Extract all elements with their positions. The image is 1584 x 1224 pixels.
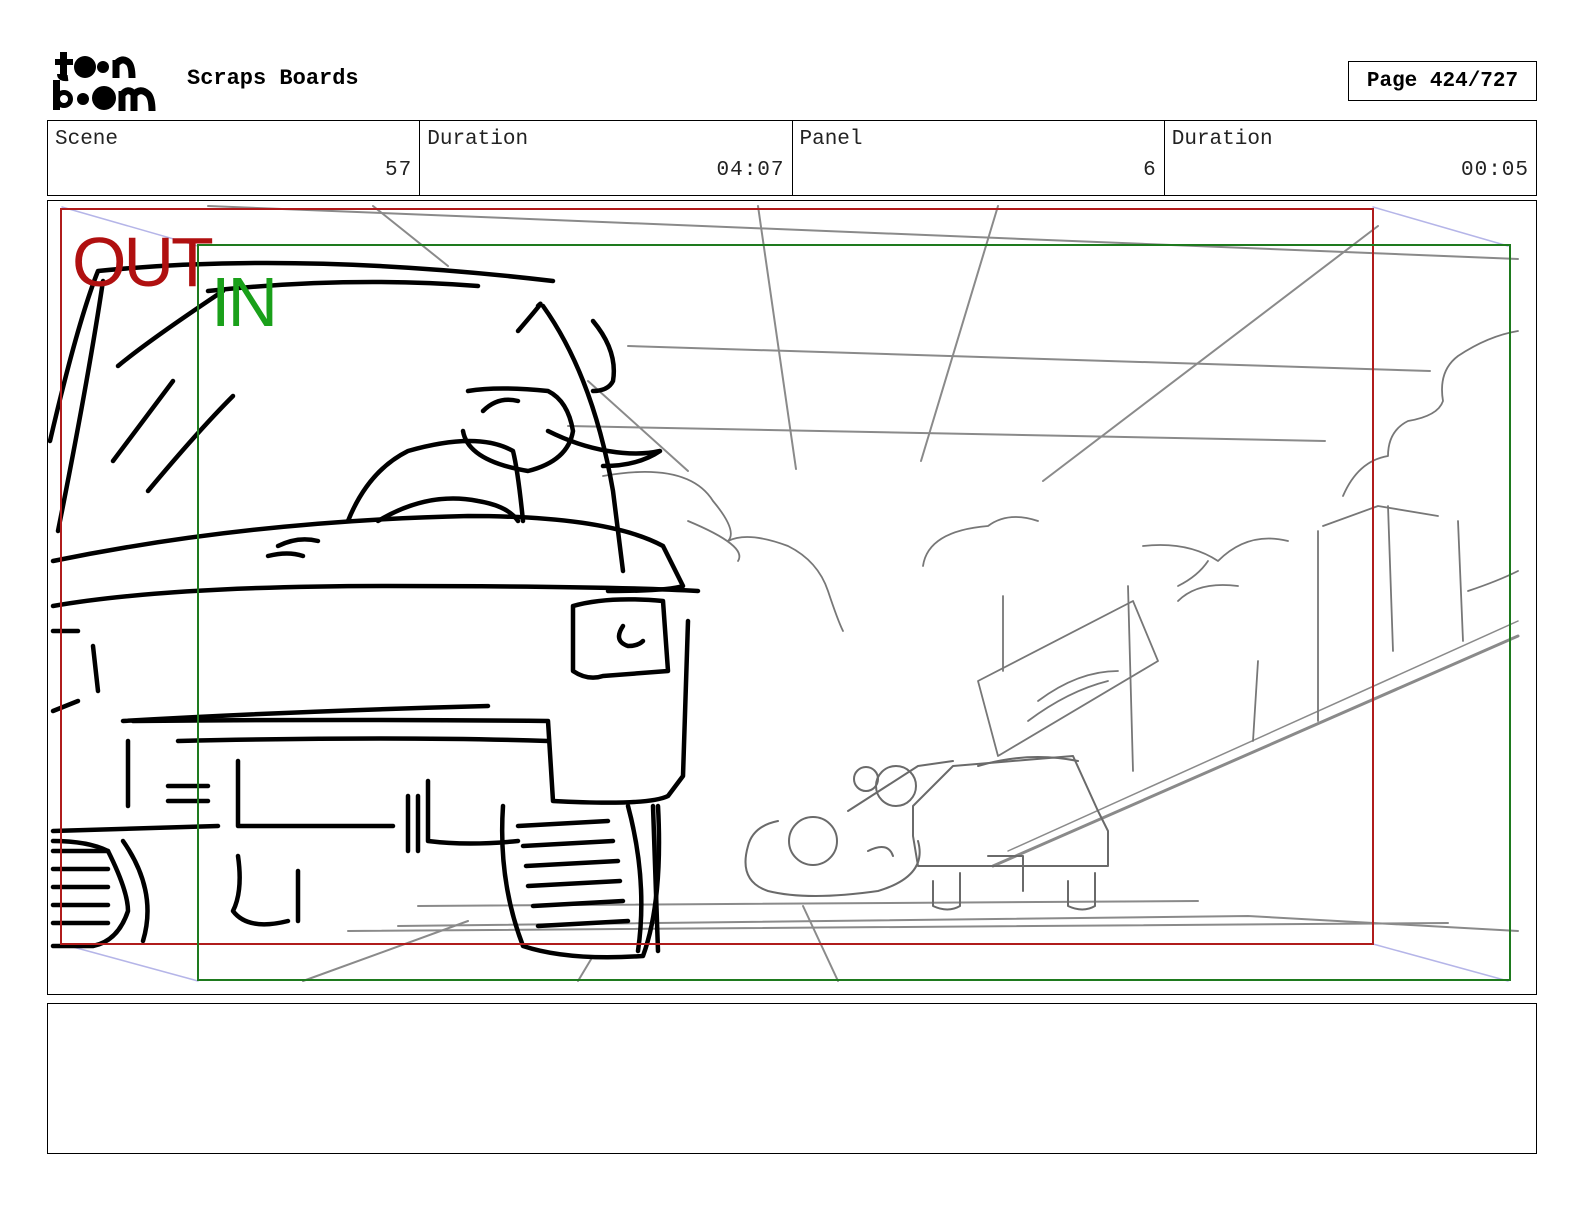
panel-duration-label: Duration bbox=[1171, 128, 1273, 151]
panel-notes-box[interactable] bbox=[47, 1003, 1537, 1154]
scene-label: Scene bbox=[55, 128, 119, 151]
scene-duration-cell: Duration 04:07 bbox=[420, 121, 793, 195]
scene-duration-value: 04:07 bbox=[716, 159, 785, 182]
panel-duration-cell: Duration 00:05 bbox=[1165, 121, 1536, 195]
panel-value: 6 bbox=[1143, 159, 1157, 182]
scene-cell: Scene 57 bbox=[48, 121, 421, 195]
panel-duration-value: 00:05 bbox=[1460, 159, 1529, 182]
page-indicator: Page 424/727 bbox=[1348, 61, 1537, 101]
toon-boom-logo bbox=[52, 50, 164, 112]
panel-cell: Panel 6 bbox=[793, 121, 1165, 195]
storyboard-panel: OUT IN bbox=[47, 200, 1537, 995]
project-title: Scraps Boards bbox=[187, 66, 359, 91]
camera-in-label: IN bbox=[211, 263, 278, 341]
panel-label: Panel bbox=[799, 128, 863, 151]
scene-value: 57 bbox=[385, 159, 413, 182]
camera-out-label: OUT bbox=[72, 223, 214, 301]
scene-duration-label: Duration bbox=[427, 128, 529, 151]
panel-info-bar: Scene 57 Duration 04:07 Panel 6 Duration… bbox=[47, 120, 1537, 196]
camera-in-frame bbox=[197, 244, 1511, 981]
